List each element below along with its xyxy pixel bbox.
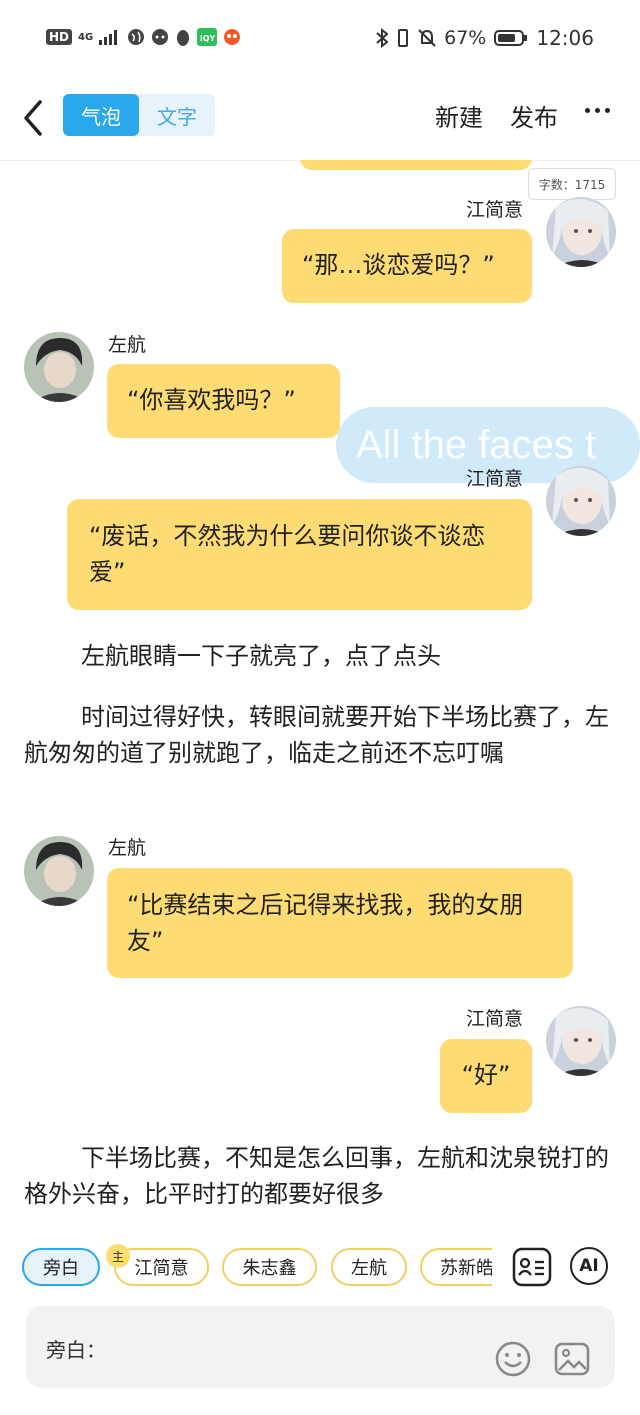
message-bubble[interactable]: “那…谈恋爱吗？”	[282, 229, 532, 303]
image-icon[interactable]	[553, 1340, 591, 1378]
ai-label: AI	[579, 1256, 599, 1276]
avatar[interactable]	[546, 197, 616, 267]
narration-text[interactable]: 时间过得好快，转眼间就要开始下半场比赛了，左航匆匆的道了别就跑了，临走之前还不忘…	[24, 699, 614, 771]
avatar[interactable]	[546, 466, 616, 536]
chat-area[interactable]	[0, 160, 640, 1222]
message-bubble[interactable]: “好”	[440, 1039, 532, 1113]
character-chip[interactable]: 左航	[331, 1248, 407, 1286]
message-input[interactable]: 旁白：	[26, 1306, 615, 1388]
tab-bubble[interactable]: 气泡	[63, 94, 139, 136]
avatar[interactable]	[24, 332, 94, 402]
ai-assistant-icon[interactable]: AI	[570, 1247, 608, 1285]
hd-indicator: HD	[46, 29, 73, 45]
penguin-app-icon	[177, 30, 190, 46]
taobao-app-icon	[224, 29, 241, 45]
speaker-name: 江简意	[466, 468, 524, 490]
speaker-name: 江简意	[466, 1008, 524, 1030]
message-bubble[interactable]: “你喜欢我吗？”	[107, 364, 340, 438]
character-chip[interactable]: 朱志鑫	[222, 1248, 317, 1286]
avatar[interactable]	[546, 1006, 616, 1076]
speaker-name: 左航	[108, 837, 147, 859]
iqiyi-app-icon: iQY	[197, 28, 218, 46]
mode-switch: 气泡 文字	[63, 94, 215, 136]
clock: 12:06	[536, 26, 594, 50]
top-bar: 气泡 文字 新建 发布	[0, 78, 640, 161]
character-chip-narrator[interactable]: 旁白	[22, 1248, 100, 1286]
input-role-label: 旁白：	[46, 1338, 106, 1362]
message-bubble[interactable]: “废话，不然我为什么要问你谈不谈恋爱”	[67, 499, 532, 610]
publish-button[interactable]: 发布	[510, 98, 558, 133]
partial-bubble[interactable]	[300, 160, 532, 170]
speaker-name: 左航	[108, 334, 147, 356]
more-icon[interactable]	[585, 108, 610, 113]
battery-percent: 67%	[444, 27, 487, 49]
avatar[interactable]	[24, 836, 94, 906]
battery-icon	[494, 30, 528, 46]
narration-text[interactable]: 下半场比赛，不知是怎么回事，左航和沈泉锐打的格外兴奋，比平时打的都要好很多	[24, 1140, 614, 1212]
tab-text[interactable]: 文字	[139, 94, 215, 136]
emoji-icon[interactable]	[494, 1340, 532, 1378]
svg-text:iQY: iQY	[200, 34, 216, 43]
message-bubble[interactable]: “比赛结束之后记得来找我，我的女朋友”	[107, 868, 573, 978]
back-arrow-icon[interactable]	[18, 96, 48, 140]
mute-bell-icon	[418, 29, 436, 47]
host-badge: 主	[106, 1244, 130, 1268]
new-button[interactable]: 新建	[435, 98, 483, 133]
composer-panel: 旁白 江简意 主 朱志鑫 左航 苏新皓 AI 旁白：	[0, 1222, 640, 1415]
character-chip[interactable]: 苏新皓	[420, 1248, 492, 1286]
chat-app-icon	[152, 29, 169, 45]
vibrate-icon	[398, 29, 409, 47]
status-left: HD 4G iQY	[46, 28, 241, 46]
globe-app-icon	[128, 29, 145, 45]
network-type: 4G	[78, 31, 94, 43]
speaker-name: 江简意	[466, 199, 524, 221]
status-bar: HD 4G iQY 67% 12:06	[0, 0, 640, 78]
word-count-badge: 字数：1715	[528, 168, 616, 200]
bluetooth-icon	[376, 28, 389, 48]
narration-text[interactable]: 左航眼睛一下子就亮了，点了点头	[24, 638, 614, 674]
character-card-icon[interactable]	[511, 1246, 553, 1288]
status-right: 67% 12:06	[376, 26, 594, 50]
signal-icon	[99, 30, 118, 45]
